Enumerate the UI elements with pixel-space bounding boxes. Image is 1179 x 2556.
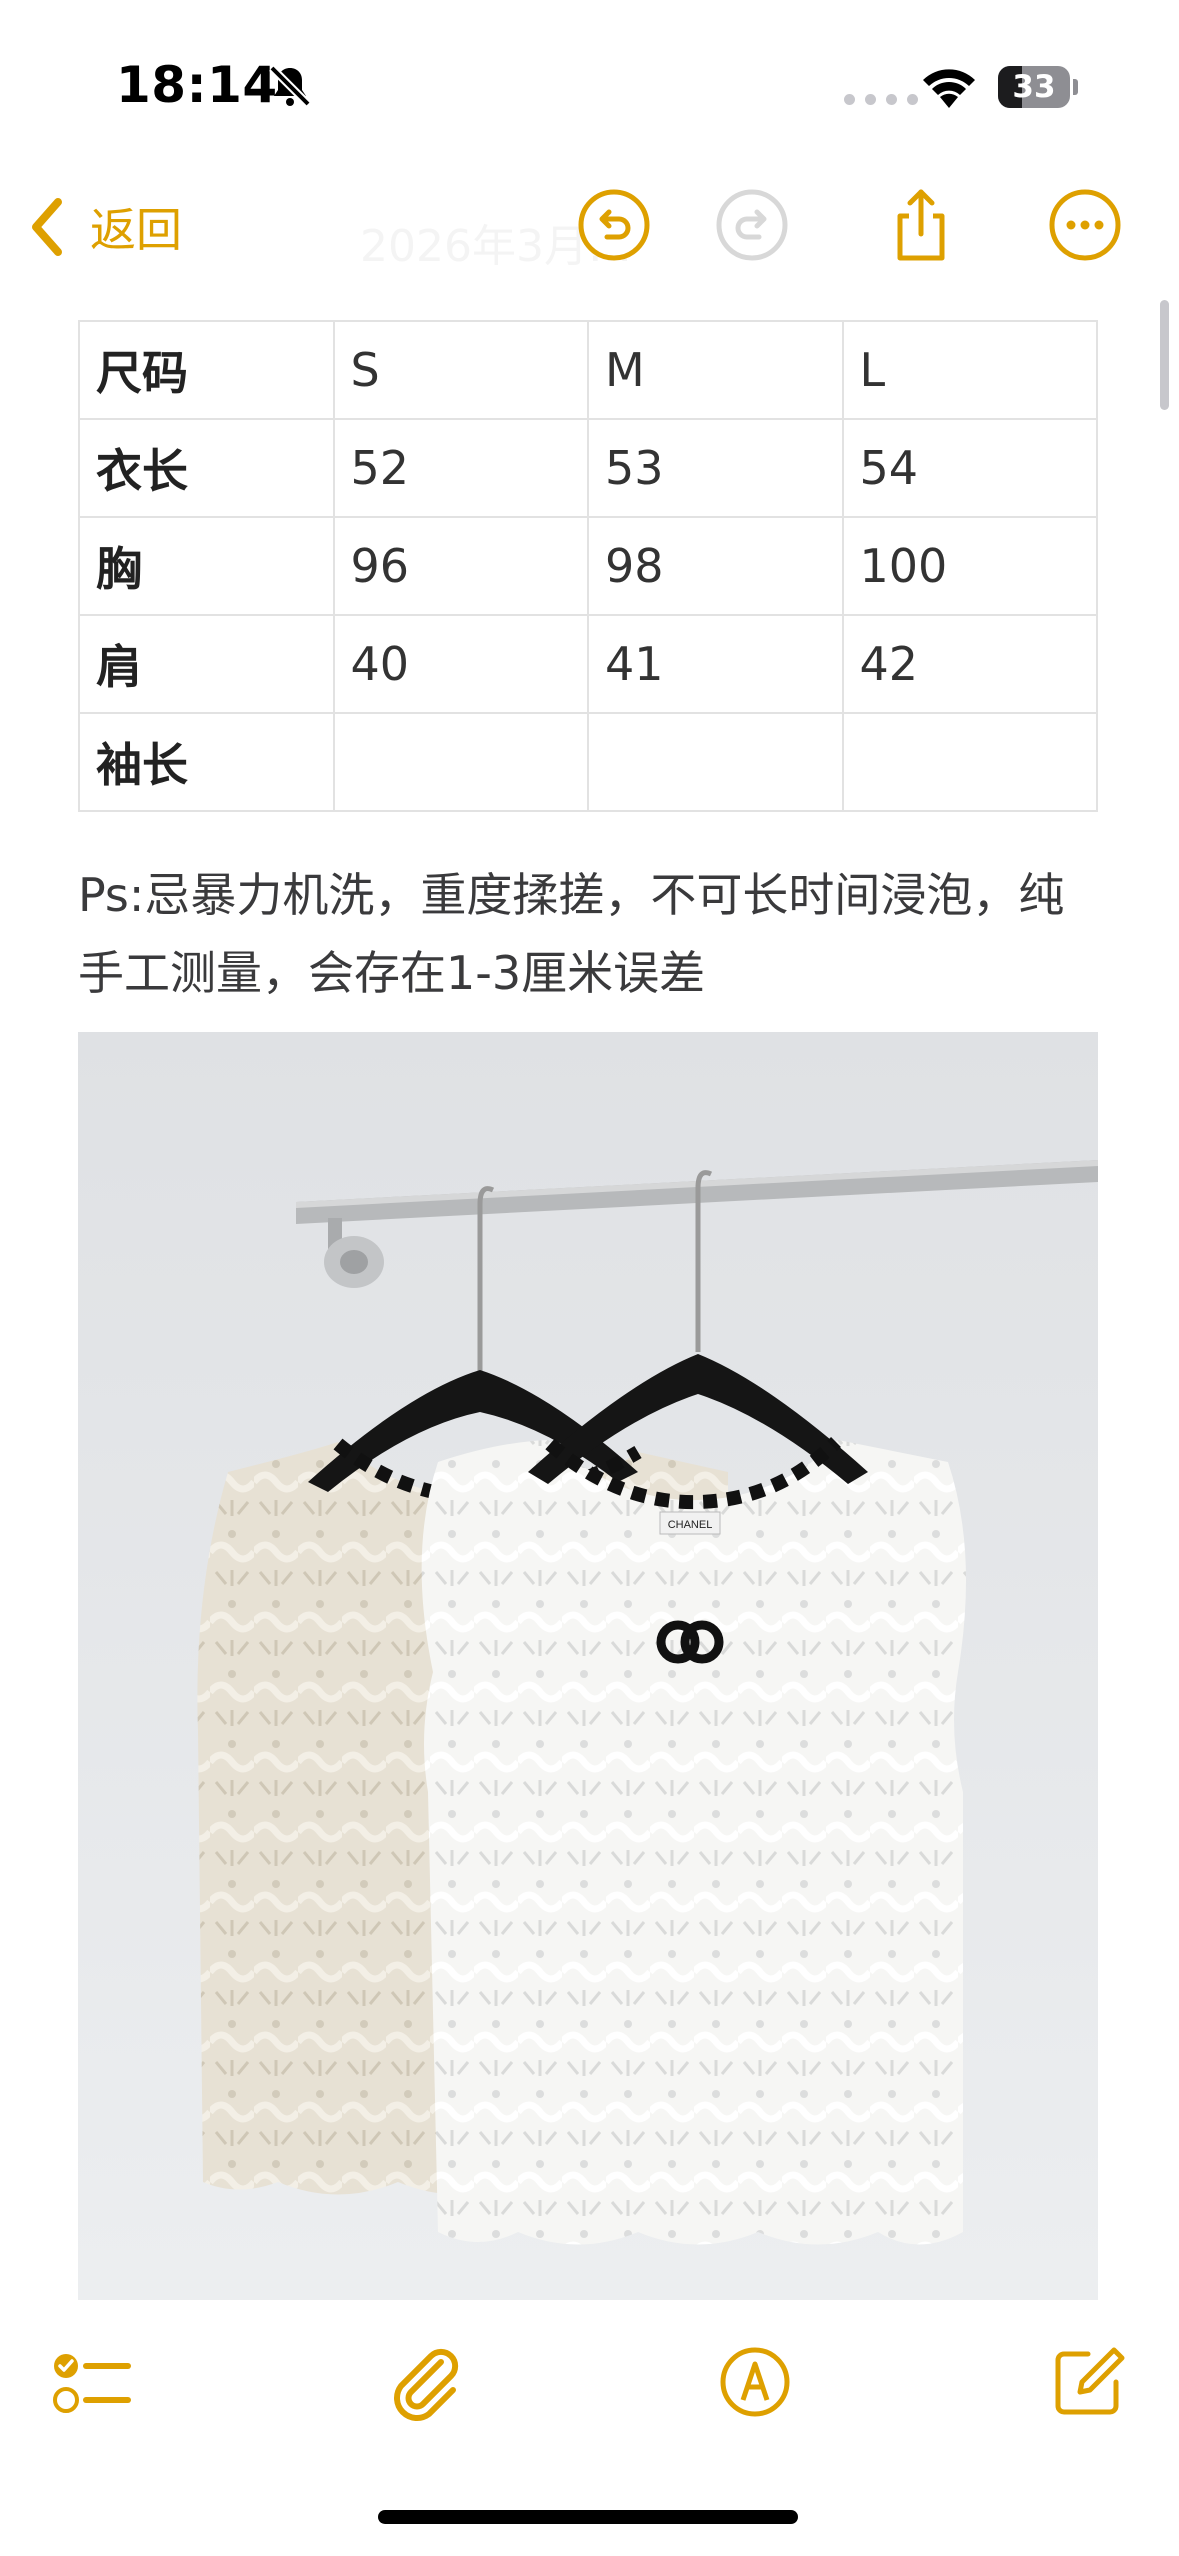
redo-icon	[716, 189, 788, 261]
bell-slash-icon	[269, 65, 311, 107]
table-row: 肩 40 41 42	[78, 614, 1098, 714]
product-photo-illustration: CHANEL	[78, 1032, 1098, 2300]
checklist-button[interactable]	[50, 2340, 134, 2424]
markup-button[interactable]	[713, 2340, 797, 2424]
table-cell[interactable]: 胸	[78, 516, 335, 616]
table-cell[interactable]: 100	[841, 516, 1098, 616]
table-cell[interactable]: 衣长	[78, 418, 335, 518]
checklist-icon	[53, 2354, 131, 2413]
table-row: 胸 96 98 100	[78, 516, 1098, 616]
wifi-icon	[923, 69, 975, 108]
table-cell[interactable]: 40	[332, 614, 589, 714]
note-body-text[interactable]: Ps:忌暴力机洗，重度揉搓，不可长时间浸泡，纯手工测量，会存在1-3厘米误差	[78, 856, 1098, 1012]
share-icon	[897, 189, 945, 261]
table-cell[interactable]: 96	[332, 516, 589, 616]
table-header-cell[interactable]: S	[332, 320, 589, 420]
chevron-left-icon	[32, 198, 62, 256]
table-header-cell[interactable]: L	[841, 320, 1098, 420]
undo-button[interactable]	[575, 186, 653, 264]
attachment-button[interactable]	[383, 2340, 467, 2424]
compose-button[interactable]	[1046, 2340, 1130, 2424]
cellular-signal-icon	[844, 94, 918, 105]
table-row: 袖长	[78, 712, 1098, 812]
markup-pen-icon	[720, 2347, 790, 2417]
back-label: 返回	[90, 203, 182, 257]
table-cell[interactable]: 54	[841, 418, 1098, 518]
table-cell[interactable]: 41	[587, 614, 844, 714]
table-cell[interactable]: 袖长	[78, 712, 335, 812]
size-table: 尺码 S M L 衣长 52 53 54 胸 96 98 100 肩 40 41…	[78, 320, 1098, 812]
compose-icon	[1055, 2347, 1125, 2415]
table-row: 衣长 52 53 54	[78, 418, 1098, 518]
table-cell[interactable]: 肩	[78, 614, 335, 714]
table-header-cell[interactable]: 尺码	[78, 320, 335, 420]
table-cell[interactable]: 53	[587, 418, 844, 518]
table-header-row: 尺码 S M L	[78, 320, 1098, 420]
table-cell[interactable]	[841, 712, 1098, 812]
table-cell[interactable]	[332, 712, 589, 812]
battery-level: 33	[1012, 69, 1056, 105]
table-cell[interactable]: 98	[587, 516, 844, 616]
product-photo[interactable]: CHANEL	[78, 1032, 1098, 2300]
share-button[interactable]	[882, 186, 960, 264]
more-icon	[1049, 189, 1121, 261]
undo-icon	[578, 189, 650, 261]
table-header-cell[interactable]: M	[587, 320, 844, 420]
redo-button[interactable]	[713, 186, 791, 264]
table-cell[interactable]	[587, 712, 844, 812]
photo-label-text: CHANEL	[668, 1519, 713, 1531]
status-time: 18:14	[116, 56, 278, 114]
battery-indicator: 33	[998, 66, 1078, 108]
paperclip-icon	[394, 2348, 459, 2421]
table-cell[interactable]: 42	[841, 614, 1098, 714]
home-indicator[interactable]	[378, 2510, 798, 2524]
scroll-indicator[interactable]	[1160, 300, 1169, 410]
more-button[interactable]	[1046, 186, 1124, 264]
status-bar: 18:14 33	[0, 0, 1179, 170]
back-button[interactable]: 返回	[24, 190, 182, 264]
table-cell[interactable]: 52	[332, 418, 589, 518]
